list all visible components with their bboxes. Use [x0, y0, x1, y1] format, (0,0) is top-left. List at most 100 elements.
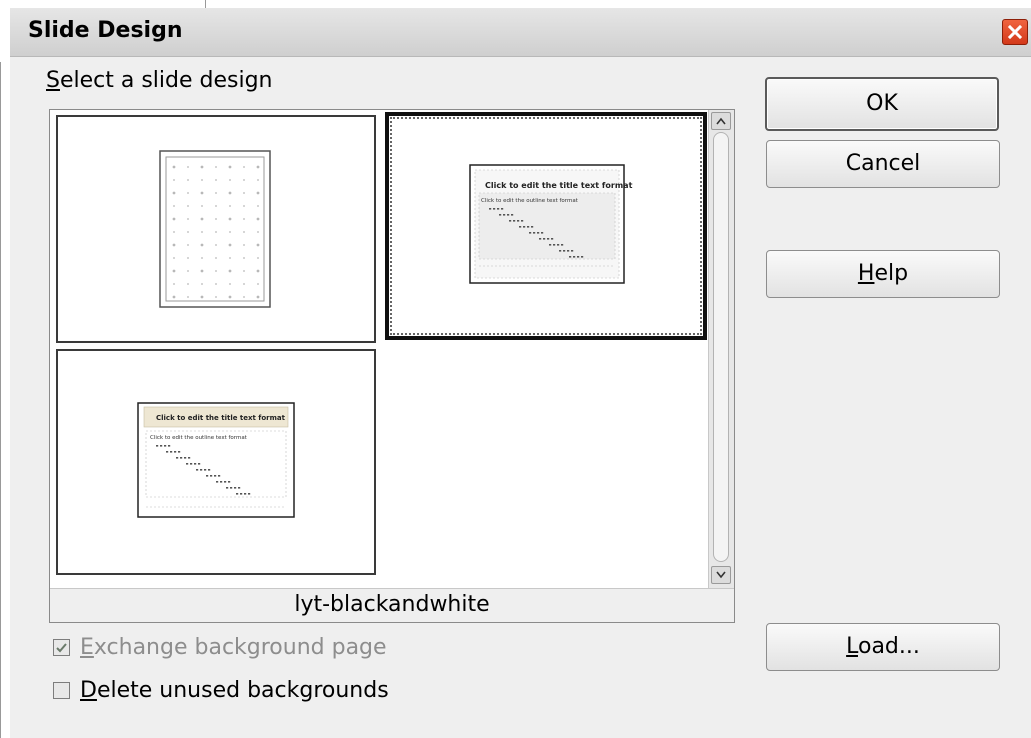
scroll-up-button[interactable]: [711, 112, 731, 130]
grid-dot: [215, 231, 217, 233]
outline-level-mark: [531, 226, 534, 228]
outline-level-mark: [240, 493, 243, 495]
grid-dot: [243, 296, 245, 298]
cancel-button[interactable]: Cancel: [766, 140, 1000, 188]
outline-level-mark: [527, 226, 530, 228]
help-button[interactable]: Help: [766, 250, 1000, 298]
outline-level-mark: [501, 208, 504, 210]
check-icon: [56, 643, 67, 653]
grid-dot: [228, 191, 232, 195]
outline-level-mark: [196, 469, 199, 471]
scroll-down-button[interactable]: [711, 566, 731, 584]
selected-design-name: lyt-blackandwhite: [50, 588, 734, 622]
outline-level-mark: [517, 220, 520, 222]
outline-level-mark: [493, 208, 496, 210]
outline-level-mark: [543, 238, 546, 240]
close-icon: [1007, 24, 1023, 40]
vertical-scrollbar[interactable]: [708, 110, 734, 588]
load-button[interactable]: Load...: [766, 623, 1000, 671]
thumb-outline-text-3: Click to edit the outline text format: [150, 435, 248, 441]
outline-level-mark: [521, 220, 524, 222]
design-tile-page-grid[interactable]: [56, 115, 376, 343]
close-button[interactable]: [1002, 19, 1028, 45]
outline-level-mark: [489, 208, 492, 210]
delete-unused-checkbox[interactable]: [53, 682, 70, 699]
outline-level-mark: [206, 475, 209, 477]
grid-dot: [172, 191, 176, 195]
delete-unused-option[interactable]: Delete unused backgrounds: [53, 678, 389, 703]
arrow-up-icon: [716, 117, 726, 125]
outline-level-mark: [218, 475, 221, 477]
outline-level-mark: [234, 487, 237, 489]
grid-dot: [215, 179, 217, 181]
grid-dot: [215, 257, 217, 259]
outline-level-mark: [529, 232, 532, 234]
outline-level-mark: [553, 244, 556, 246]
grid-dot: [256, 165, 260, 169]
background-window-edge: [0, 0, 1031, 8]
outline-level-mark: [537, 232, 540, 234]
grid-dot: [173, 257, 175, 259]
outline-level-mark: [533, 232, 536, 234]
grid-dot: [243, 179, 245, 181]
grid-dot: [173, 231, 175, 233]
grid-dot: [172, 217, 176, 221]
outline-level-mark: [220, 481, 223, 483]
slide-design-dialog: Slide Design Select a slide design Click…: [10, 8, 1031, 738]
grid-dot: [187, 192, 189, 194]
thumb-title-text-3: Click to edit the title text format: [156, 414, 286, 422]
grid-dot: [243, 244, 245, 246]
grid-dot: [228, 269, 232, 273]
design-tile-beige-title[interactable]: Click to edit the title text format Clic…: [56, 349, 376, 575]
grid-dot: [172, 295, 176, 299]
design-tile-lyt-blackandwhite[interactable]: Click to edit the title text format Clic…: [385, 112, 707, 340]
outline-level-mark: [557, 244, 560, 246]
outline-level-mark: [567, 250, 570, 252]
grid-dot: [256, 243, 260, 247]
outline-level-mark: [186, 463, 189, 465]
outline-level-mark: [549, 244, 552, 246]
outline-level-mark: [170, 451, 173, 453]
grid-dot: [200, 165, 204, 169]
grid-dot: [243, 257, 245, 259]
outline-level-mark: [194, 463, 197, 465]
grid-dot: [201, 205, 203, 207]
grid-dot: [243, 283, 245, 285]
outline-level-mark: [499, 214, 502, 216]
thumb-title-text: Click to edit the title text format: [485, 181, 633, 190]
scroll-thumb[interactable]: [713, 132, 729, 562]
exchange-background-checkbox[interactable]: [53, 639, 70, 656]
design-list[interactable]: Click to edit the title text format Clic…: [49, 109, 735, 623]
outline-level-mark: [577, 256, 580, 258]
grid-dot: [228, 217, 232, 221]
grid-dot: [187, 283, 189, 285]
grid-dot: [200, 295, 204, 299]
grid-dot: [228, 243, 232, 247]
outline-level-mark: [214, 475, 217, 477]
grid-dot: [173, 205, 175, 207]
background-window-left-edge: [0, 62, 1, 738]
grid-dot: [229, 179, 231, 181]
ok-button[interactable]: OK: [765, 77, 999, 131]
outline-level-mark: [523, 226, 526, 228]
grid-dot: [187, 231, 189, 233]
grid-dot: [187, 166, 189, 168]
grid-dot: [172, 269, 176, 273]
grid-dot: [173, 283, 175, 285]
outline-level-mark: [561, 244, 564, 246]
outline-level-mark: [208, 469, 211, 471]
exchange-background-option[interactable]: Exchange background page: [53, 635, 387, 660]
grid-dot: [257, 231, 259, 233]
grid-dot: [215, 283, 217, 285]
grid-dot: [228, 295, 232, 299]
outline-level-mark: [174, 451, 177, 453]
outline-level-mark: [198, 463, 201, 465]
grid-dot: [200, 217, 204, 221]
grid-dot: [172, 165, 176, 169]
outline-level-mark: [226, 487, 229, 489]
grid-dot: [257, 283, 259, 285]
outline-level-mark: [571, 250, 574, 252]
title-bar[interactable]: Slide Design: [10, 8, 1031, 57]
grid-dot: [229, 205, 231, 207]
grid-dot: [215, 296, 217, 298]
